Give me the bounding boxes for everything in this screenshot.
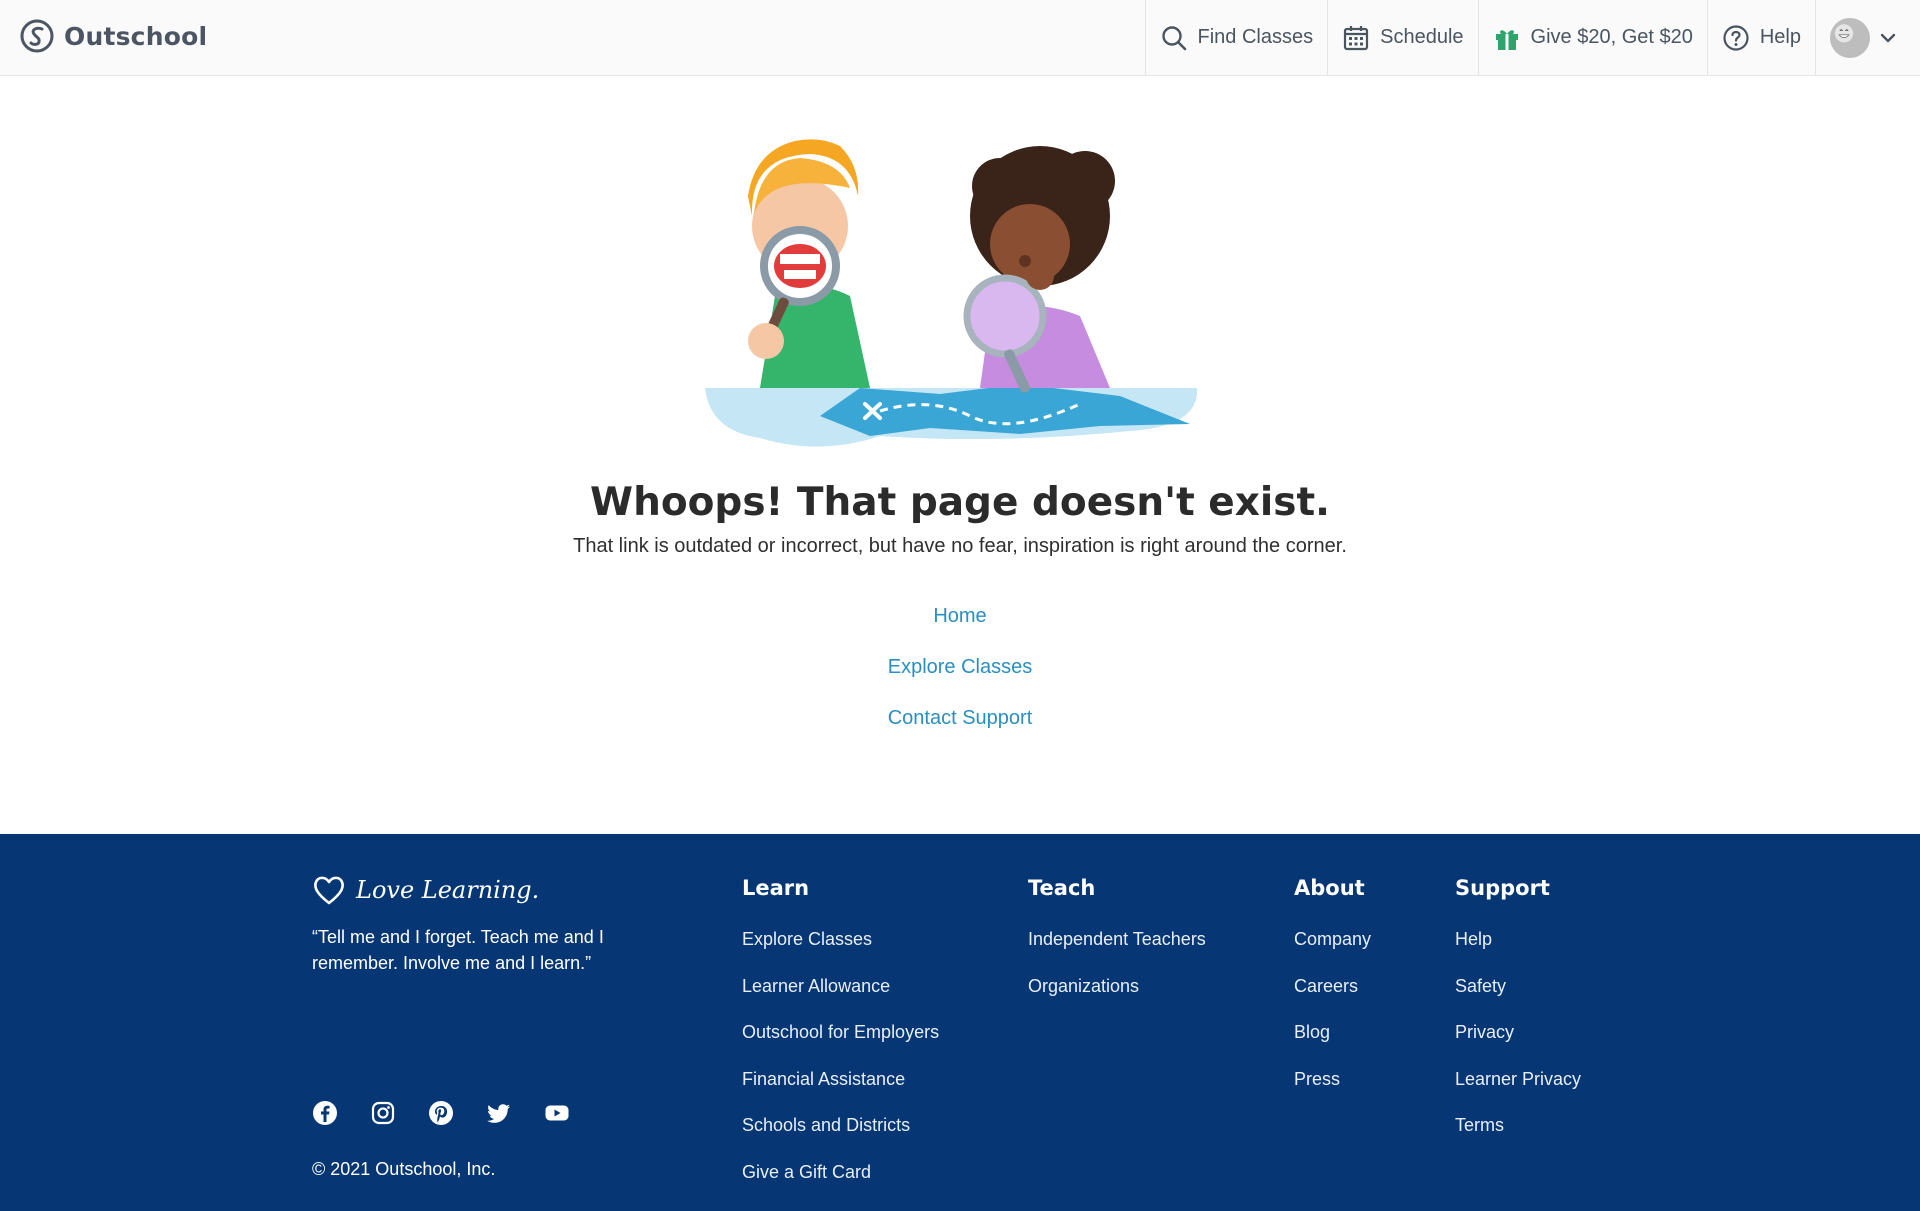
- twitter-icon[interactable]: [486, 1100, 512, 1126]
- search-icon: [1161, 25, 1186, 50]
- outschool-logo-icon: [20, 19, 54, 53]
- nav-find-classes-label: Find Classes: [1197, 26, 1314, 48]
- calendar-icon: [1344, 25, 1369, 50]
- nav-give-get-label: Give $20, Get $20: [1530, 26, 1693, 48]
- footer-link-give-a-gift-card[interactable]: Give a Gift Card: [742, 1161, 939, 1208]
- footer-heading-learn: Learn: [742, 876, 810, 900]
- footer-link-schools-and-districts[interactable]: Schools and Districts: [742, 1114, 939, 1161]
- nav-help-label: Help: [1759, 26, 1801, 48]
- main-nav: Find Classes Schedule Give $20, Get $20: [1144, 0, 1920, 75]
- error-title: Whoops! That page doesn't exist.: [590, 480, 1330, 525]
- footer-column-support: Support Help Safety Privacy Learner Priv…: [1455, 874, 1581, 1161]
- error-message: That link is outdated or incorrect, but …: [573, 535, 1347, 557]
- footer-link-financial-assistance[interactable]: Financial Assistance: [742, 1068, 939, 1115]
- love-learning-brand: Love Learning.: [312, 874, 539, 906]
- footer-link-blog[interactable]: Blog: [1294, 1021, 1371, 1068]
- footer-column-learn: Learn Explore Classes Learner Allowance …: [742, 874, 939, 1207]
- facebook-icon[interactable]: [312, 1100, 338, 1126]
- footer-heading-about: About: [1294, 876, 1365, 900]
- contact-support-link[interactable]: Contact Support: [0, 706, 1920, 757]
- gift-icon: [1495, 29, 1518, 50]
- footer-heading-teach: Teach: [1028, 876, 1096, 900]
- kids-magnifying-glass-illustration: [705, 139, 1198, 447]
- social-links: [312, 1100, 570, 1126]
- footer-heading-support: Support: [1455, 876, 1550, 900]
- footer-link-independent-teachers[interactable]: Independent Teachers: [1028, 928, 1206, 975]
- footer-link-careers[interactable]: Careers: [1294, 975, 1371, 1022]
- footer-link-organizations[interactable]: Organizations: [1028, 975, 1206, 1022]
- top-navigation-bar: Outschool Find Classes Schedule Give $20…: [0, 0, 1920, 76]
- footer-link-learner-allowance[interactable]: Learner Allowance: [742, 975, 939, 1022]
- footer-link-outschool-for-employers[interactable]: Outschool for Employers: [742, 1021, 939, 1068]
- error-links: Home Explore Classes Contact Support: [0, 604, 1920, 757]
- footer-column-teach: Teach Independent Teachers Organizations: [1028, 874, 1206, 1021]
- youtube-icon[interactable]: [544, 1100, 570, 1126]
- love-learning-tagline: Love Learning.: [356, 876, 540, 904]
- footer-link-learner-privacy[interactable]: Learner Privacy: [1455, 1068, 1581, 1115]
- footer-column-about: About Company Careers Blog Press: [1294, 874, 1371, 1114]
- account-menu[interactable]: [1815, 0, 1920, 75]
- nav-schedule-label: Schedule: [1380, 26, 1464, 48]
- help-icon: [1723, 24, 1749, 51]
- nav-give-get[interactable]: Give $20, Get $20: [1477, 0, 1707, 75]
- footer-link-safety[interactable]: Safety: [1455, 975, 1581, 1022]
- outschool-logo[interactable]: Outschool: [20, 19, 207, 53]
- avatar-face-icon: [1830, 17, 1858, 46]
- footer-link-explore-classes[interactable]: Explore Classes: [742, 928, 939, 975]
- footer: Love Learning. “Tell me and I forget. Te…: [0, 834, 1920, 1211]
- instagram-icon[interactable]: [370, 1100, 396, 1126]
- nav-find-classes[interactable]: Find Classes: [1144, 0, 1328, 75]
- footer-quote: “Tell me and I forget. Teach me and I re…: [312, 927, 604, 973]
- explore-classes-link[interactable]: Explore Classes: [0, 655, 1920, 706]
- nav-help[interactable]: Help: [1706, 0, 1815, 75]
- brand-name: Outschool: [64, 21, 208, 51]
- footer-link-help[interactable]: Help: [1455, 928, 1581, 975]
- footer-link-terms[interactable]: Terms: [1455, 1114, 1581, 1161]
- avatar: [1830, 17, 1870, 58]
- pinterest-icon[interactable]: [428, 1100, 454, 1126]
- heart-icon: [314, 876, 344, 905]
- footer-link-press[interactable]: Press: [1294, 1068, 1371, 1115]
- footer-link-privacy[interactable]: Privacy: [1455, 1021, 1581, 1068]
- copyright: © 2021 Outschool, Inc.: [312, 1159, 496, 1179]
- chevron-down-icon: [1880, 33, 1896, 42]
- home-link[interactable]: Home: [0, 604, 1920, 655]
- nav-schedule[interactable]: Schedule: [1327, 0, 1477, 75]
- footer-link-company[interactable]: Company: [1294, 928, 1371, 975]
